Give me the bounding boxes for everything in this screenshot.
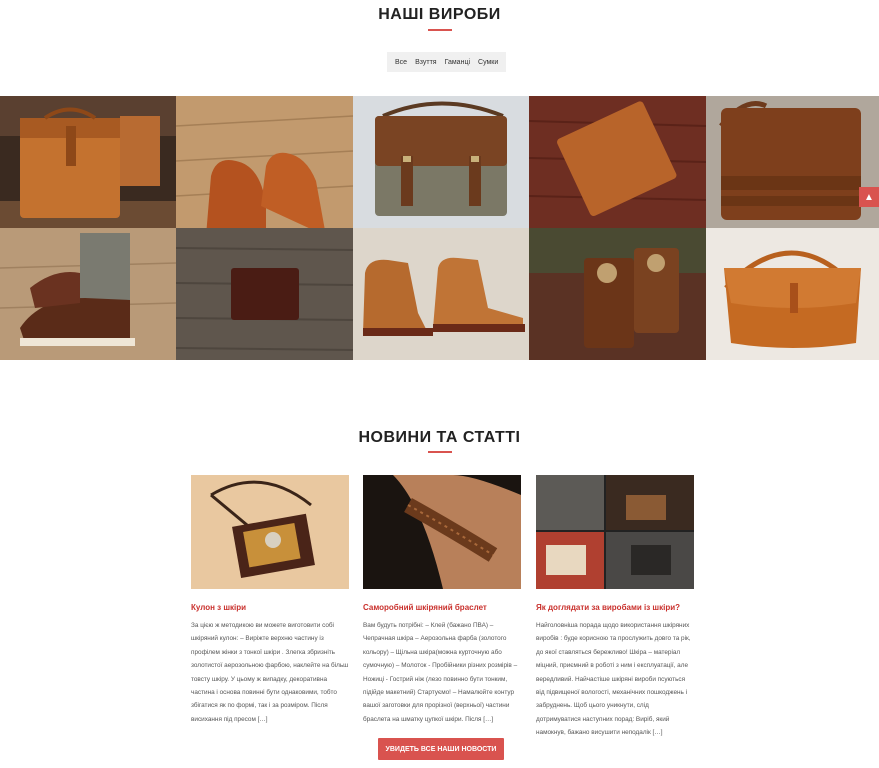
news-card: Кулон з шкіри За цією ж методикою ви мож… [191,475,349,726]
product-tile-long-wallet[interactable] [529,96,706,228]
news-card: Як доглядати за виробами із шкіри? Найго… [536,475,694,740]
product-tile-bifold-wallet[interactable] [176,228,353,360]
product-tile-brown-briefcase[interactable] [0,96,176,228]
news-card: Саморобний шкіряний браслет Вам будуть п… [363,475,521,726]
product-tile-satchel[interactable] [706,96,879,228]
arrow-up-icon: ▲ [864,191,874,203]
news-title-underline [427,451,452,453]
product-tile-messenger-bag[interactable] [353,96,529,228]
news-card-text: Вам будуть потрібні: – Клей (бажано ПВА)… [363,622,518,723]
product-tile-wrap-wallets[interactable] [529,228,706,360]
products-title-underline [427,29,452,31]
product-tile-leather-boots[interactable] [353,228,529,360]
news-card-image-bracelet[interactable] [363,475,521,589]
news-card-text: За цією ж методикою ви можете виготовити… [191,622,349,723]
view-all-news-button[interactable]: УВИДЕТЬ ВСЕ НАШИ НОВОСТИ [378,738,504,760]
news-title: НОВИНИ ТА СТАТТІ [358,429,521,446]
scroll-to-top-button[interactable]: ▲ [859,187,879,207]
product-gallery [0,96,879,360]
product-tile-brown-boots[interactable] [176,96,353,228]
news-card-title[interactable]: Саморобний шкіряний браслет [363,603,521,612]
product-filter-bar: Все Взуття Гаманці Сумки [387,52,507,72]
filter-shoes[interactable]: Взуття [411,59,441,66]
news-card-image-pendant[interactable] [191,475,349,589]
product-tile-textile-boot[interactable] [0,228,176,360]
filter-all[interactable]: Все [391,59,411,66]
products-title: НАШІ ВИРОБИ [378,6,501,23]
news-card-text: Найголовніша порада щодо використання шк… [536,622,691,737]
product-tile-tan-shoulder-bag[interactable] [706,228,879,360]
news-card-title[interactable]: Кулон з шкіри [191,603,349,612]
news-card-title[interactable]: Як доглядати за виробами із шкіри? [536,603,694,612]
filter-bags[interactable]: Сумки [474,59,502,66]
filter-wallets[interactable]: Гаманці [441,59,474,66]
news-card-image-collage[interactable] [536,475,694,589]
